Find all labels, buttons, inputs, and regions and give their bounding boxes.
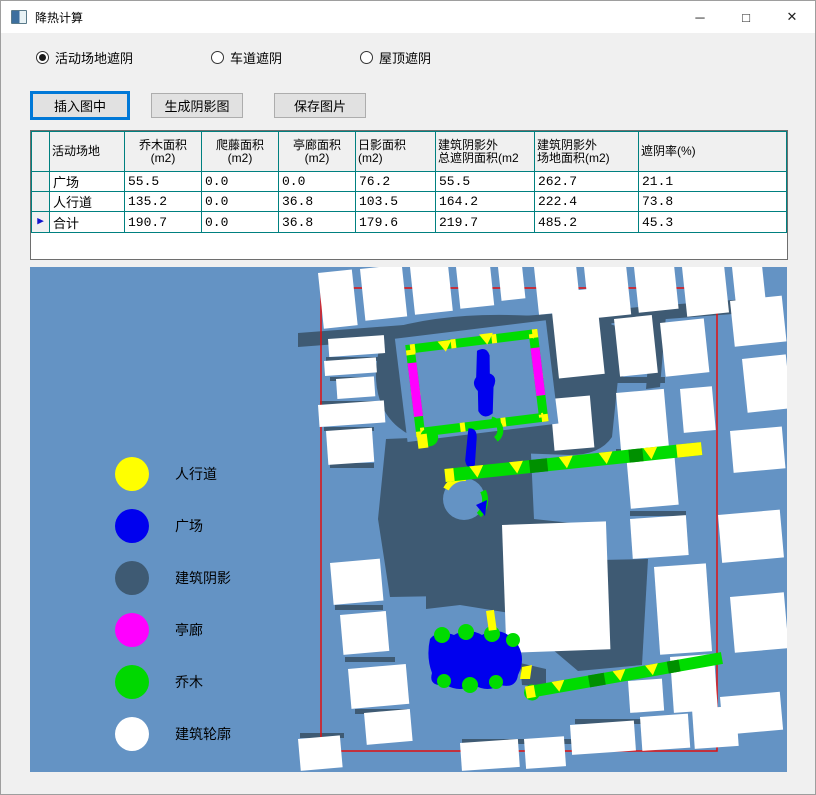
cell-value[interactable]: 36.8: [279, 212, 356, 233]
table-row-plaza[interactable]: 广场 55.5 0.0 0.0 76.2 55.5 262.7 21.1: [32, 172, 787, 192]
cell-value[interactable]: 103.5: [356, 192, 436, 212]
cell-value[interactable]: 55.5: [125, 172, 202, 192]
building-outline-swatch-icon: [115, 717, 149, 751]
radio-selected-icon: [36, 51, 49, 64]
legend-label: 建筑轮廓: [175, 724, 231, 744]
cell-value[interactable]: 0.0: [202, 192, 279, 212]
minimize-button[interactable]: ─: [677, 1, 723, 33]
shade-mode-group: 活动场地遮阴 车道遮阴 屋顶遮阴: [36, 48, 431, 67]
cell-value[interactable]: 219.7: [436, 212, 535, 233]
pavilion-swatch-icon: [115, 613, 149, 647]
col-header-site-area-outside: 建筑阴影外场地面积(m2): [535, 132, 639, 172]
cell-value[interactable]: 55.5: [436, 172, 535, 192]
table-row-sidewalk[interactable]: 人行道 135.2 0.0 36.8 103.5 164.2 222.4 73.…: [32, 192, 787, 212]
cell-value[interactable]: 0.0: [279, 172, 356, 192]
legend-item-building-outline: 建筑轮廓: [115, 717, 231, 751]
save-image-button[interactable]: 保存图片: [274, 93, 366, 118]
sidewalk-swatch-icon: [115, 457, 149, 491]
selector-header: [32, 132, 50, 172]
cell-site-name[interactable]: 人行道: [50, 192, 125, 212]
legend-label: 人行道: [175, 464, 217, 484]
cell-value[interactable]: 36.8: [279, 192, 356, 212]
radio-unselected-icon: [360, 51, 373, 64]
legend-label: 乔木: [175, 672, 203, 692]
cell-value[interactable]: 21.1: [639, 172, 787, 192]
cell-value[interactable]: 179.6: [356, 212, 436, 233]
col-header-pavilion-area: 亭廊面积(m2): [279, 132, 356, 172]
app-icon: [11, 10, 27, 24]
map-legend: 人行道 广场 建筑阴影 亭廊 乔木 建筑轮廓: [115, 457, 231, 769]
generate-shadow-map-button[interactable]: 生成阴影图: [151, 93, 243, 118]
radio-label: 屋顶遮阴: [379, 48, 431, 67]
radio-roof-shade[interactable]: 屋顶遮阴: [360, 48, 431, 67]
cell-value[interactable]: 0.0: [202, 172, 279, 192]
cell-value[interactable]: 45.3: [639, 212, 787, 233]
building-shadow-swatch-icon: [115, 561, 149, 595]
plaza-swatch-icon: [115, 509, 149, 543]
title-bar: 降热计算 ─ □ ✕: [1, 1, 815, 33]
shade-results-table: 活动场地 乔木面积(m2) 爬藤面积(m2) 亭廊面积(m2) 日影面积(m2)…: [31, 131, 787, 233]
col-header-vine-area: 爬藤面积(m2): [202, 132, 279, 172]
shadow-map-view: 人行道 广场 建筑阴影 亭廊 乔木 建筑轮廓: [30, 267, 787, 772]
header-row: 活动场地 乔木面积(m2) 爬藤面积(m2) 亭廊面积(m2) 日影面积(m2)…: [32, 132, 787, 172]
legend-item-building-shadow: 建筑阴影: [115, 561, 231, 595]
legend-label: 亭廊: [175, 620, 203, 640]
close-button[interactable]: ✕: [769, 1, 815, 33]
cell-value[interactable]: 135.2: [125, 192, 202, 212]
cell-value[interactable]: 222.4: [535, 192, 639, 212]
tree-swatch-icon: [115, 665, 149, 699]
window-title: 降热计算: [35, 9, 83, 26]
legend-label: 建筑阴影: [175, 568, 231, 588]
row-selector[interactable]: [32, 172, 50, 192]
col-header-shade-rate: 遮阴率(%): [639, 132, 787, 172]
cell-value[interactable]: 164.2: [436, 192, 535, 212]
cell-value[interactable]: 485.2: [535, 212, 639, 233]
results-grid-panel: 活动场地 乔木面积(m2) 爬藤面积(m2) 亭廊面积(m2) 日影面积(m2)…: [30, 130, 788, 260]
radio-activity-site-shade[interactable]: 活动场地遮阴: [36, 48, 133, 67]
app-window: 降热计算 ─ □ ✕ 活动场地遮阴 车道遮阴 屋顶遮阴 插入图中 生成阴影图 保…: [0, 0, 816, 795]
cell-value[interactable]: 76.2: [356, 172, 436, 192]
col-header-tree-area: 乔木面积(m2): [125, 132, 202, 172]
cell-value[interactable]: 73.8: [639, 192, 787, 212]
radio-unselected-icon: [211, 51, 224, 64]
maximize-button[interactable]: □: [723, 1, 769, 33]
cell-value[interactable]: 190.7: [125, 212, 202, 233]
legend-item-pavilion: 亭廊: [115, 613, 231, 647]
current-row-marker[interactable]: ▶: [32, 212, 50, 233]
cell-value[interactable]: 262.7: [535, 172, 639, 192]
col-header-site: 活动场地: [50, 132, 125, 172]
legend-item-plaza: 广场: [115, 509, 231, 543]
cell-site-name[interactable]: 合计: [50, 212, 125, 233]
row-selector[interactable]: [32, 192, 50, 212]
cell-site-name[interactable]: 广场: [50, 172, 125, 192]
legend-item-sidewalk: 人行道: [115, 457, 231, 491]
window-controls: ─ □ ✕: [677, 1, 815, 33]
table-row-total[interactable]: ▶ 合计 190.7 0.0 36.8 179.6 219.7 485.2 45…: [32, 212, 787, 233]
col-header-total-shade-outside: 建筑阴影外总遮阴面积(m2: [436, 132, 535, 172]
radio-label: 车道遮阴: [230, 48, 282, 67]
insert-into-drawing-button[interactable]: 插入图中: [32, 93, 128, 118]
legend-item-tree: 乔木: [115, 665, 231, 699]
col-header-sun-shadow-area: 日影面积(m2): [356, 132, 436, 172]
radio-label: 活动场地遮阴: [55, 48, 133, 67]
cell-value[interactable]: 0.0: [202, 212, 279, 233]
legend-label: 广场: [175, 516, 203, 536]
radio-driveway-shade[interactable]: 车道遮阴: [211, 48, 282, 67]
